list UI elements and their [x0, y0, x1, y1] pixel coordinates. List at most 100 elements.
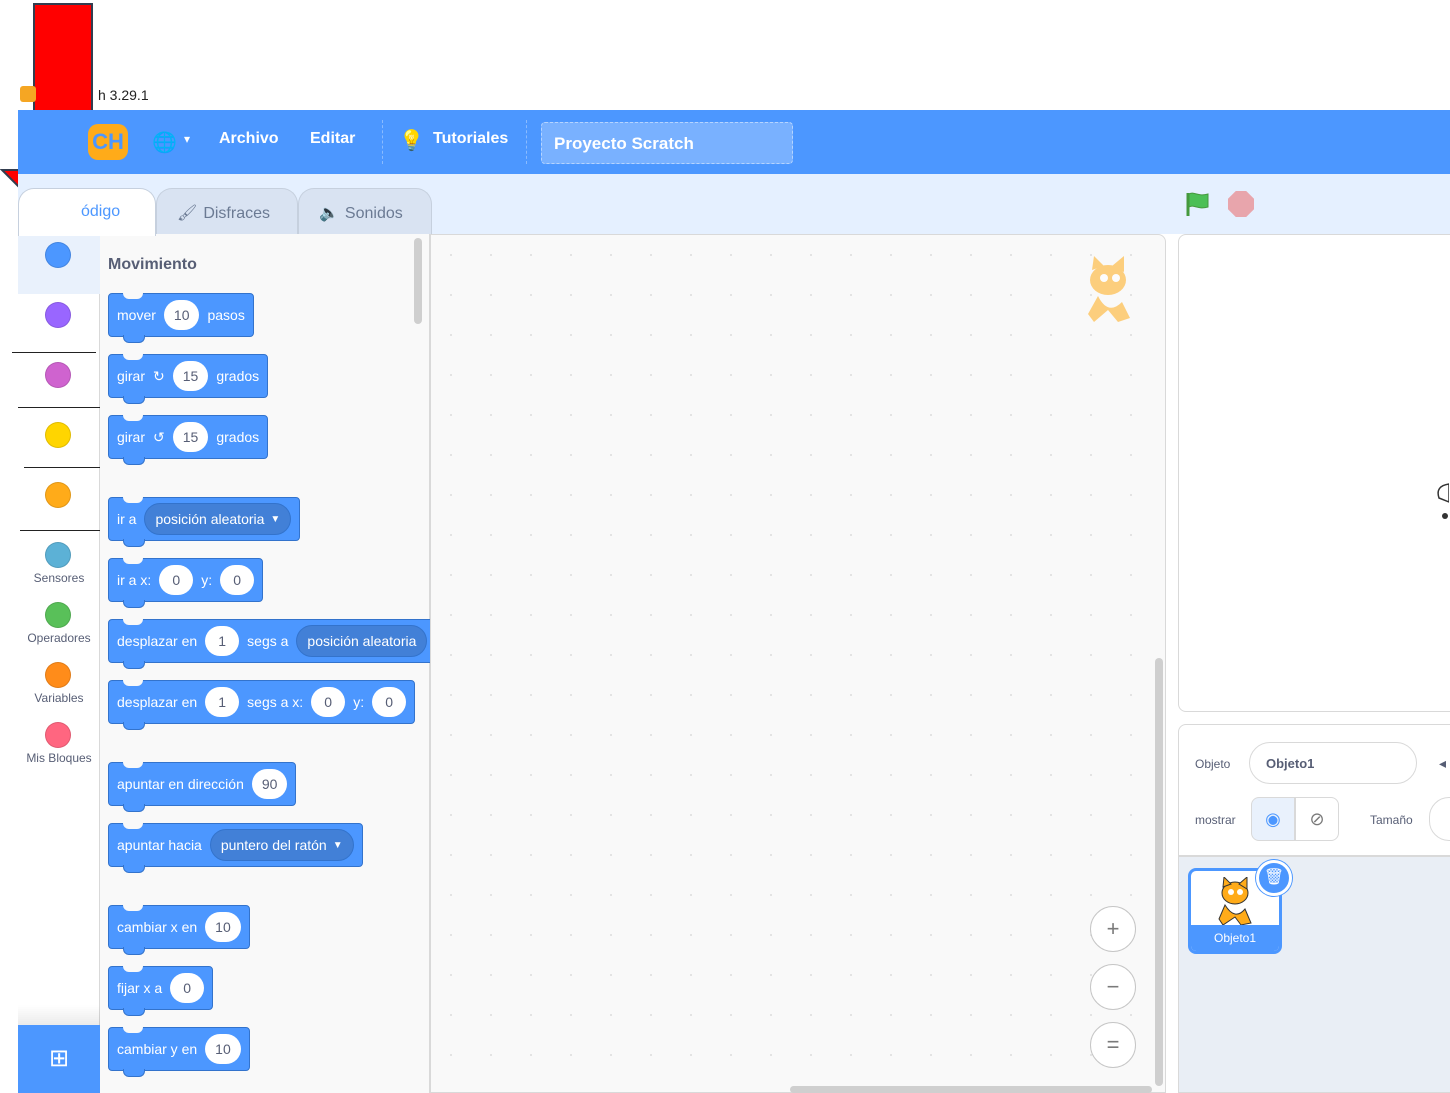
- tab-costumes-label: Disfraces: [203, 205, 270, 222]
- category-dot: [45, 722, 71, 748]
- add-extension-button[interactable]: ⊞: [18, 1025, 100, 1093]
- dropdown-value: posición aleatoria: [155, 511, 265, 527]
- block-dropdown[interactable]: posición aleatoria: [296, 625, 428, 657]
- block-go-to-xy[interactable]: ir a x: 0 y: 0: [108, 558, 264, 608]
- block-text: fijar x a: [117, 980, 163, 996]
- dropdown-value: posición aleatoria: [307, 633, 417, 649]
- code-workspace[interactable]: [430, 234, 1166, 1093]
- category-sound[interactable]: [18, 354, 100, 414]
- lightbulb-icon[interactable]: 💡: [399, 128, 424, 153]
- category-my-blocks[interactable]: Mis Bloques: [18, 714, 100, 774]
- edit-menu[interactable]: Editar: [310, 130, 355, 148]
- trash-icon: 🗑: [1263, 869, 1285, 886]
- block-point-in-direction[interactable]: apuntar en dirección 90: [108, 762, 297, 812]
- block-text: segs a: [247, 633, 289, 649]
- scratch-app-window: h 3.29.1 CH 🌐 ▾ Archivo Editar 💡 Tutoria…: [0, 0, 1450, 1093]
- block-turn-right[interactable]: girar ↻ 15 grados: [108, 354, 269, 404]
- category-variables[interactable]: Variables: [18, 654, 100, 714]
- category-dot: [45, 422, 71, 448]
- tab-sounds[interactable]: 🔈 Sonidos: [298, 188, 432, 236]
- annotation-line: [12, 352, 96, 353]
- zoom-reset-icon: =: [1106, 1032, 1120, 1057]
- scratch-logo[interactable]: CH: [88, 124, 128, 160]
- block-change-x[interactable]: cambiar x en 10: [108, 905, 250, 955]
- hide-sprite-button[interactable]: ⊘: [1295, 797, 1339, 841]
- category-menu: Sensores Operadores Variables Mis Bloque…: [18, 234, 100, 1093]
- stop-sign-icon[interactable]: [1228, 191, 1254, 217]
- category-looks[interactable]: [18, 294, 100, 354]
- tutorials-menu[interactable]: Tutoriales: [433, 130, 508, 148]
- category-label: Sensores: [33, 571, 85, 585]
- stage-canvas[interactable]: [1178, 234, 1450, 712]
- block-turn-left[interactable]: girar ↺ 15 grados: [108, 415, 269, 465]
- category-sensing[interactable]: Sensores: [18, 534, 100, 594]
- block-number-input[interactable]: 90: [251, 769, 288, 799]
- block-text: cambiar x en: [117, 919, 198, 935]
- block-dropdown[interactable]: puntero del ratón ▼: [209, 829, 354, 861]
- block-number-input[interactable]: 1: [205, 626, 240, 656]
- block-glide-to[interactable]: desplazar en 1 segs a posición aleatoria: [108, 619, 437, 669]
- menu-bar: CH 🌐 ▾ Archivo Editar 💡 Tutoriales Proye…: [18, 110, 1450, 174]
- size-input[interactable]: [1429, 797, 1450, 841]
- block-number-input[interactable]: 10: [205, 912, 241, 942]
- tab-code[interactable]: ódigo: [18, 188, 156, 236]
- tab-costumes[interactable]: 🖌 Disfraces: [156, 188, 298, 236]
- category-motion[interactable]: [18, 234, 100, 294]
- globe-icon[interactable]: 🌐: [152, 130, 177, 155]
- delete-sprite-button[interactable]: 🗑: [1256, 860, 1292, 896]
- block-text: y:: [353, 694, 365, 710]
- block-number-input[interactable]: 0: [170, 973, 205, 1003]
- sprite-name-input[interactable]: Objeto1: [1249, 742, 1417, 784]
- block-text: ir a: [117, 511, 137, 527]
- zoom-out-button[interactable]: −: [1090, 964, 1136, 1010]
- language-caret-icon[interactable]: ▾: [184, 132, 190, 146]
- zoom-in-button[interactable]: +: [1090, 906, 1136, 952]
- eye-icon: ◉: [1265, 809, 1281, 829]
- show-visible-button[interactable]: ◉: [1251, 797, 1295, 841]
- block-set-x[interactable]: fijar x a 0: [108, 966, 214, 1016]
- block-number-input[interactable]: 0: [372, 687, 407, 717]
- palette-section-title: Movimiento: [108, 256, 197, 273]
- block-point-towards[interactable]: apuntar hacia puntero del ratón ▼: [108, 823, 363, 873]
- block-text: apuntar hacia: [117, 837, 202, 853]
- project-title-input[interactable]: Proyecto Scratch: [541, 122, 793, 164]
- block-number-input[interactable]: 10: [163, 300, 200, 330]
- block-text: y:: [201, 572, 213, 588]
- block-change-y[interactable]: cambiar y en 10: [108, 1027, 250, 1077]
- palette-scrollbar[interactable]: [414, 238, 422, 324]
- file-menu[interactable]: Archivo: [219, 130, 279, 148]
- block-number-input[interactable]: 15: [172, 422, 209, 452]
- block-number-input[interactable]: 0: [220, 565, 255, 595]
- category-control[interactable]: [18, 474, 100, 534]
- dropdown-caret-icon: ▼: [270, 513, 281, 525]
- block-glide-to-xy[interactable]: desplazar en 1 segs a x: 0 y: 0: [108, 680, 416, 730]
- zoom-in-icon: +: [1106, 916, 1120, 941]
- eye-off-icon: ⊘: [1309, 809, 1325, 829]
- category-label: Variables: [34, 691, 84, 705]
- block-text: ir a x:: [117, 572, 152, 588]
- sprite-name-label: Objeto: [1195, 757, 1231, 771]
- block-move-steps[interactable]: mover 10 pasos: [108, 293, 254, 343]
- window-title: h 3.29.1: [98, 87, 149, 103]
- block-dropdown[interactable]: posición aleatoria ▼: [144, 503, 292, 535]
- block-number-input[interactable]: 10: [205, 1034, 241, 1064]
- category-events[interactable]: [18, 414, 100, 474]
- sprite-thumbnail-name: Objeto1: [1191, 925, 1279, 951]
- block-text: grados: [216, 368, 260, 384]
- zoom-reset-button[interactable]: =: [1090, 1022, 1136, 1068]
- category-dot: [45, 302, 71, 328]
- block-number-input[interactable]: 0: [159, 565, 194, 595]
- block-go-to[interactable]: ir a posición aleatoria ▼: [108, 497, 301, 547]
- block-number-input[interactable]: 0: [311, 687, 346, 717]
- workspace-horizontal-scrollbar[interactable]: [790, 1086, 1152, 1093]
- category-operators[interactable]: Operadores: [18, 594, 100, 654]
- cat-sprite-icon: [1218, 877, 1252, 926]
- annotation-line: [18, 407, 104, 408]
- block-number-input[interactable]: 15: [172, 361, 209, 391]
- direction-arrow-icon: ◂: [1439, 755, 1447, 771]
- green-flag-icon[interactable]: [1184, 191, 1210, 217]
- category-dot: [45, 362, 71, 388]
- block-text: segs a x:: [247, 694, 304, 710]
- workspace-vertical-scrollbar[interactable]: [1155, 658, 1163, 1086]
- block-number-input[interactable]: 1: [205, 687, 240, 717]
